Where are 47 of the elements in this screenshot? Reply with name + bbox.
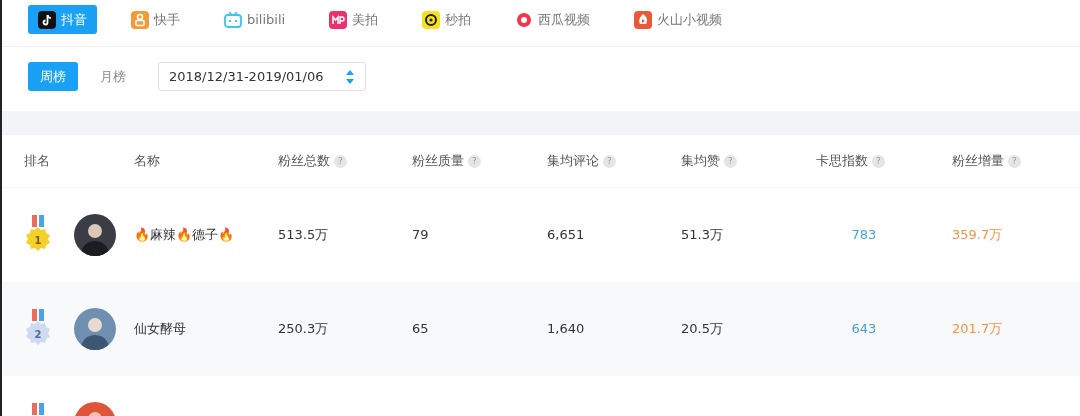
table-cell: 6,651 xyxy=(547,227,585,243)
platform-tab[interactable]: 火山小视频 xyxy=(624,5,733,34)
sort-icon xyxy=(345,68,355,85)
table-cell: 513.5万 xyxy=(278,227,329,243)
index-value: 783 xyxy=(851,227,877,243)
column-header: 卡思指数 xyxy=(816,153,868,169)
table-cell: 51.3万 xyxy=(681,227,723,243)
column-header: 粉丝质量 xyxy=(412,153,464,169)
table-cell: 79 xyxy=(412,227,429,243)
growth-value: 359.7万 xyxy=(952,227,1003,243)
rank-number: 1 xyxy=(34,235,42,246)
table-cell: 250.3万 xyxy=(278,321,329,337)
table-cell: 20.5万 xyxy=(681,321,723,337)
platform-tab[interactable]: 抖音 xyxy=(28,5,97,34)
account-name[interactable]: 🔥麻辣🔥德子🔥 xyxy=(134,227,234,243)
medal-icon xyxy=(26,309,50,345)
column-header: 集均评论 xyxy=(547,153,599,169)
medal-icon xyxy=(32,403,44,415)
flame-icon xyxy=(634,10,653,29)
platform-tab[interactable]: 西瓜视频 xyxy=(505,5,601,34)
table-cell: 1,640 xyxy=(547,321,585,337)
column-header: 粉丝总数 xyxy=(278,153,330,169)
index-value: 643 xyxy=(851,321,877,337)
account-name[interactable]: 仙女酵母 xyxy=(134,321,186,337)
platform-tab[interactable]: 秒拍 xyxy=(412,5,482,34)
period-tab[interactable]: 月榜 xyxy=(88,62,138,91)
period-tab[interactable]: 周榜 xyxy=(28,62,78,91)
column-header: 名称 xyxy=(134,153,160,169)
table-cell: 65 xyxy=(412,321,429,337)
target-icon xyxy=(422,10,441,29)
platform-tab[interactable]: 美拍 xyxy=(319,5,389,34)
tv-icon xyxy=(224,10,242,29)
medal-icon xyxy=(26,215,50,251)
avatar[interactable] xyxy=(74,214,116,256)
rank-number: 2 xyxy=(34,329,42,340)
platform-tab[interactable]: 快手 xyxy=(121,5,190,34)
music-note-icon xyxy=(38,10,56,29)
logo-icon xyxy=(329,10,348,29)
platform-tab[interactable]: bilibili xyxy=(214,5,296,34)
growth-value: 201.7万 xyxy=(952,321,1003,337)
column-header: 排名 xyxy=(24,153,50,169)
date-range-select[interactable]: 2018/12/31-2019/01/06 xyxy=(158,62,366,91)
column-header: 粉丝增量 xyxy=(952,153,1004,169)
person-icon xyxy=(131,10,149,29)
avatar[interactable] xyxy=(74,308,116,350)
ring-icon xyxy=(515,10,534,29)
column-header: 集均赞 xyxy=(681,153,720,169)
